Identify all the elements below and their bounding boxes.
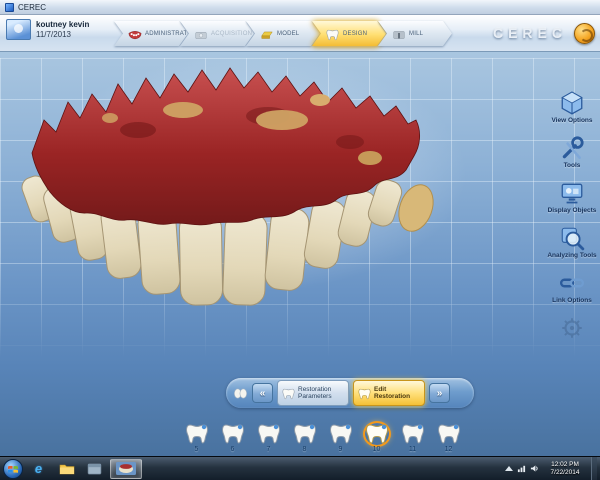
view-options-cube-icon [559,90,585,116]
tooth-selector: 5 6 7 8 9 10 1 [181,423,464,453]
tools-wrench-icon [559,135,585,161]
tooth-icon [257,423,281,445]
tab-model[interactable]: MODEL [246,21,320,46]
folder-icon [59,462,75,475]
mill-machine-icon [392,28,406,40]
restoration-tooth-icon [282,387,295,399]
tooth-9[interactable]: 9 [325,423,356,453]
tab-acquisition[interactable]: ACQUISITION [180,21,254,46]
dental-scan-model[interactable] [18,58,463,358]
tooth-icon [437,423,461,445]
edit-restoration-button[interactable]: Edit Restoration [353,380,425,406]
system-tray: 12:02 PM 7/22/2014 [505,457,597,480]
display-objects-icon [559,180,585,206]
tray-expand-icon[interactable] [505,466,513,471]
next-chevrons-icon: » [437,388,443,399]
administration-denture-icon [128,28,142,40]
clock-date: 7/22/2014 [551,469,580,477]
cerec-logo: CEREC [493,25,567,41]
taskbar-app-button[interactable] [82,459,107,479]
system-menu-button[interactable] [574,23,595,44]
prev-chevrons-icon: « [260,388,266,399]
gear-icon [559,315,585,341]
model-viewport[interactable]: View Options Tools Display Objects Analy… [0,52,600,456]
workflow-tabs: ADMINISTRATION ACQUISITION MODEL [114,21,452,46]
internet-explorer-icon: e [35,461,42,476]
tooth-icon [329,423,353,445]
patient-name: koutney kevin [36,20,89,30]
cerec-thumbnail-icon [116,462,136,475]
next-step-button[interactable]: » [429,383,450,403]
taskbar-clock[interactable]: 12:02 PM 7/22/2014 [543,461,587,477]
tooth-12[interactable]: 12 [433,423,464,453]
disabled-tool-button [545,315,599,342]
design-tooth-icon [326,28,340,40]
tooth-icon [293,423,317,445]
tooth-icon [401,423,425,445]
previous-step-button[interactable]: « [252,383,273,403]
tools-button[interactable]: Tools [545,135,599,169]
clock-time: 12:02 PM [551,461,579,469]
teeth-pair-icon [233,387,248,400]
app-header: koutney kevin 11/7/2013 ADMINISTRATION [0,15,600,52]
patient-card[interactable]: koutney kevin 11/7/2013 [6,19,89,40]
display-objects-button[interactable]: Display Objects [545,180,599,214]
edit-restoration-tooth-icon [358,387,371,399]
window-title: CEREC [18,3,46,12]
cerec-window: CEREC koutney kevin 11/7/2013 ADMINISTRA… [0,0,600,480]
step-command-bar: « Restoration Parameters Edit Restoratio… [226,378,474,408]
restoration-parameters-label: Restoration Parameters [298,386,344,400]
taskbar-ie-button[interactable]: e [26,459,51,479]
analyzing-tools-button[interactable]: Analyzing Tools [545,225,599,259]
taskbar-explorer-button[interactable] [54,459,79,479]
patient-photo-icon [6,19,31,40]
tab-design[interactable]: DESIGN [312,21,386,46]
tab-label: MILL [409,31,423,37]
view-options-button[interactable]: View Options [545,90,599,124]
app-window-icon [87,463,102,475]
windows-taskbar: e 12:02 PM 7/22/2014 [0,456,600,480]
tooth-icon [221,423,245,445]
windows-flag-icon [7,463,19,475]
edit-restoration-label: Edit Restoration [374,386,420,400]
model-block-icon [260,28,274,40]
tab-label: MODEL [277,31,299,37]
tooth-8[interactable]: 8 [289,423,320,453]
titlebar: CEREC [0,0,600,15]
link-chain-icon [559,270,585,296]
link-options-button[interactable]: Link Options [545,270,599,304]
acquisition-camera-icon [194,28,208,40]
tooth-11[interactable]: 11 [397,423,428,453]
analyzing-magnifier-icon [559,225,585,251]
app-icon [5,3,14,12]
tab-label: DESIGN [343,31,367,37]
volume-icon[interactable] [530,464,539,473]
restoration-parameters-button[interactable]: Restoration Parameters [277,380,349,406]
tooth-10[interactable]: 10 [361,423,392,453]
tooth-7[interactable]: 7 [253,423,284,453]
tooth-icon-selected [365,423,389,445]
tooth-icon [185,423,209,445]
start-button[interactable] [3,459,23,479]
tool-sidebar: View Options Tools Display Objects Analy… [545,90,599,342]
tooth-6[interactable]: 6 [217,423,248,453]
tab-mill[interactable]: MILL [378,21,452,46]
network-icon[interactable] [517,464,526,473]
show-desktop-button[interactable] [591,457,597,480]
tooth-5[interactable]: 5 [181,423,212,453]
patient-date: 11/7/2013 [36,30,89,40]
tab-administration[interactable]: ADMINISTRATION [114,21,188,46]
taskbar-cerec-button[interactable] [110,459,142,479]
